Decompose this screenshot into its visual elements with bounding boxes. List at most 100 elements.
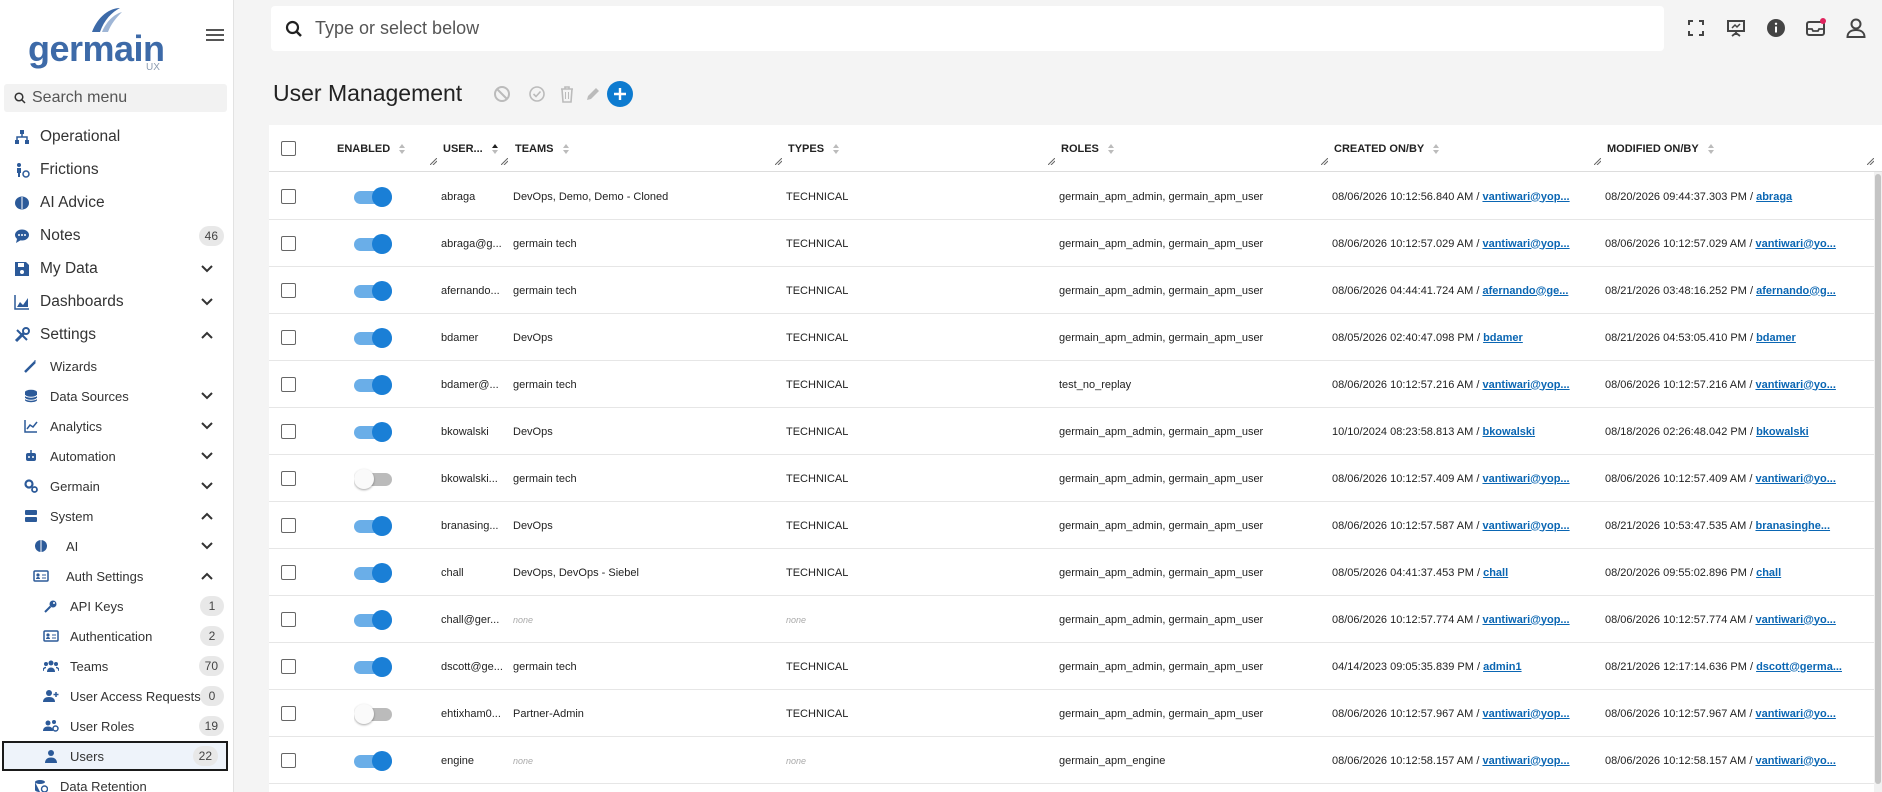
sort-icon[interactable]: [1432, 143, 1440, 155]
sidebar-item-analytics[interactable]: Analytics: [0, 411, 233, 441]
enabled-toggle[interactable]: [354, 656, 392, 677]
column-resize-handle[interactable]: [430, 158, 437, 165]
created-by-link[interactable]: afernando@ge...: [1482, 285, 1568, 297]
row-checkbox[interactable]: [281, 471, 296, 486]
sidebar-item-system[interactable]: System: [0, 501, 233, 531]
enabled-toggle[interactable]: [354, 280, 392, 301]
created-by-link[interactable]: vantiwari@yop...: [1482, 520, 1569, 532]
sidebar-item-settings[interactable]: Settings: [0, 318, 233, 351]
sidebar-item-frictions[interactable]: Frictions: [0, 153, 233, 186]
modified-by-link[interactable]: dscott@germa...: [1756, 661, 1842, 673]
sidebar-item-notes[interactable]: Notes 46: [0, 219, 233, 252]
user-account-icon[interactable]: [1845, 17, 1867, 39]
enabled-toggle[interactable]: [354, 374, 392, 395]
sidebar-item-operational[interactable]: Operational: [0, 120, 233, 153]
row-checkbox[interactable]: [281, 330, 296, 345]
column-resize-handle[interactable]: [775, 158, 782, 165]
created-by-link[interactable]: admin1: [1483, 661, 1522, 673]
modified-by-link[interactable]: vantiwari@yo...: [1755, 614, 1835, 626]
sort-icon[interactable]: [1707, 143, 1715, 155]
column-header-created[interactable]: CREATED ON/BY: [1334, 125, 1440, 172]
edit-pencil-icon[interactable]: [583, 84, 603, 104]
sidebar-item-authentication[interactable]: Authentication 2: [0, 621, 233, 651]
row-checkbox[interactable]: [281, 659, 296, 674]
select-all-checkbox[interactable]: [281, 141, 296, 156]
sort-ascending-icon[interactable]: [491, 143, 499, 155]
column-resize-handle[interactable]: [1867, 158, 1874, 165]
row-checkbox[interactable]: [281, 189, 296, 204]
table-row[interactable]: engine none none germain_apm_engine 08/06/20…: [269, 737, 1882, 784]
created-by-link[interactable]: chall: [1483, 567, 1508, 579]
created-by-link[interactable]: bkowalski: [1482, 426, 1535, 438]
row-checkbox[interactable]: [281, 706, 296, 721]
table-row[interactable]: bkowalski... germain tech TECHNICAL germain…: [269, 455, 1882, 502]
column-resize-handle[interactable]: [501, 158, 508, 165]
enabled-toggle[interactable]: [354, 609, 392, 630]
sidebar-item-ai-advice[interactable]: AI Advice: [0, 186, 233, 219]
column-header-user[interactable]: USER...: [443, 125, 499, 172]
modified-by-link[interactable]: vantiwari@yo...: [1755, 708, 1835, 720]
trash-icon[interactable]: [557, 84, 577, 104]
table-row[interactable]: chall@ger... none none germain_apm_admin, g…: [269, 596, 1882, 643]
sidebar-item-dashboards[interactable]: Dashboards: [0, 285, 233, 318]
column-resize-handle[interactable]: [1594, 158, 1601, 165]
enabled-toggle[interactable]: [354, 750, 392, 771]
table-row[interactable]: abraga@g... germain tech TECHNICAL germain_…: [269, 220, 1882, 267]
modified-by-link[interactable]: bkowalski: [1756, 426, 1809, 438]
command-search-input[interactable]: [315, 18, 1215, 39]
sort-icon[interactable]: [1107, 143, 1115, 155]
created-by-link[interactable]: vantiwari@yop...: [1482, 379, 1569, 391]
sort-icon[interactable]: [832, 143, 840, 155]
column-header-enabled[interactable]: ENABLED: [337, 125, 406, 172]
row-checkbox[interactable]: [281, 612, 296, 627]
search-menu-input[interactable]: Search menu: [4, 84, 227, 112]
enabled-toggle[interactable]: [354, 233, 392, 254]
enabled-toggle[interactable]: [354, 562, 392, 583]
sidebar-item-user-access-requests[interactable]: User Access Requests 0: [0, 681, 233, 711]
table-row[interactable]: ehtixham0... Partner-Admin TECHNICAL germai…: [269, 690, 1882, 737]
row-checkbox[interactable]: [281, 377, 296, 392]
fullscreen-icon[interactable]: [1685, 17, 1707, 39]
enabled-toggle[interactable]: [354, 468, 392, 489]
created-by-link[interactable]: bdamer: [1483, 332, 1523, 344]
modified-by-link[interactable]: bdamer: [1756, 332, 1796, 344]
scrollbar-thumb[interactable]: [1875, 174, 1881, 784]
modified-by-link[interactable]: chall: [1756, 567, 1781, 579]
column-header-roles[interactable]: ROLES: [1061, 125, 1115, 172]
table-row[interactable]: chall DevOps, DevOps - Siebel TECHNICAL ger…: [269, 549, 1882, 596]
created-by-link[interactable]: vantiwari@yop...: [1482, 238, 1569, 250]
table-row[interactable]: abraga DevOps, Demo, Demo - Cloned TECHNIC…: [269, 173, 1882, 220]
modified-by-link[interactable]: branasinghe...: [1755, 520, 1830, 532]
column-resize-handle[interactable]: [1048, 158, 1055, 165]
column-header-teams[interactable]: TEAMS: [515, 125, 570, 172]
column-resize-handle[interactable]: [1321, 158, 1328, 165]
sidebar-item-wizards[interactable]: Wizards: [0, 351, 233, 381]
created-by-link[interactable]: vantiwari@yop...: [1482, 614, 1569, 626]
modified-by-link[interactable]: vantiwari@yo...: [1755, 379, 1835, 391]
sidebar-item-auth-settings[interactable]: Auth Settings: [0, 561, 233, 591]
created-by-link[interactable]: vantiwari@yop...: [1482, 708, 1569, 720]
add-user-button[interactable]: [607, 81, 633, 107]
modified-by-link[interactable]: vantiwari@yo...: [1755, 755, 1835, 767]
inbox-notification-icon[interactable]: [1805, 17, 1827, 39]
table-row[interactable]: afernando... germain tech TECHNICAL germain…: [269, 267, 1882, 314]
command-search-box[interactable]: [271, 6, 1664, 51]
sidebar-item-user-roles[interactable]: User Roles 19: [0, 711, 233, 741]
row-checkbox[interactable]: [281, 753, 296, 768]
table-row[interactable]: bkowalski DevOps TECHNICAL germain_apm_admi…: [269, 408, 1882, 455]
modified-by-link[interactable]: afernando@g...: [1756, 285, 1836, 297]
modified-by-link[interactable]: vantiwari@yo...: [1755, 473, 1835, 485]
created-by-link[interactable]: vantiwari@yop...: [1482, 755, 1569, 767]
table-row[interactable]: bdamer DevOps TECHNICAL germain_apm_admin, …: [269, 314, 1882, 361]
modified-by-link[interactable]: abraga: [1756, 191, 1792, 203]
sidebar-item-ai[interactable]: AI: [0, 531, 233, 561]
sidebar-item-my-data[interactable]: My Data: [0, 252, 233, 285]
column-header-modified[interactable]: MODIFIED ON/BY: [1607, 125, 1715, 172]
row-checkbox[interactable]: [281, 565, 296, 580]
sort-icon[interactable]: [398, 143, 406, 155]
sidebar-item-germain[interactable]: Germain: [0, 471, 233, 501]
created-by-link[interactable]: vantiwari@yop...: [1482, 473, 1569, 485]
row-checkbox[interactable]: [281, 518, 296, 533]
enabled-toggle[interactable]: [354, 327, 392, 348]
sort-icon[interactable]: [562, 143, 570, 155]
